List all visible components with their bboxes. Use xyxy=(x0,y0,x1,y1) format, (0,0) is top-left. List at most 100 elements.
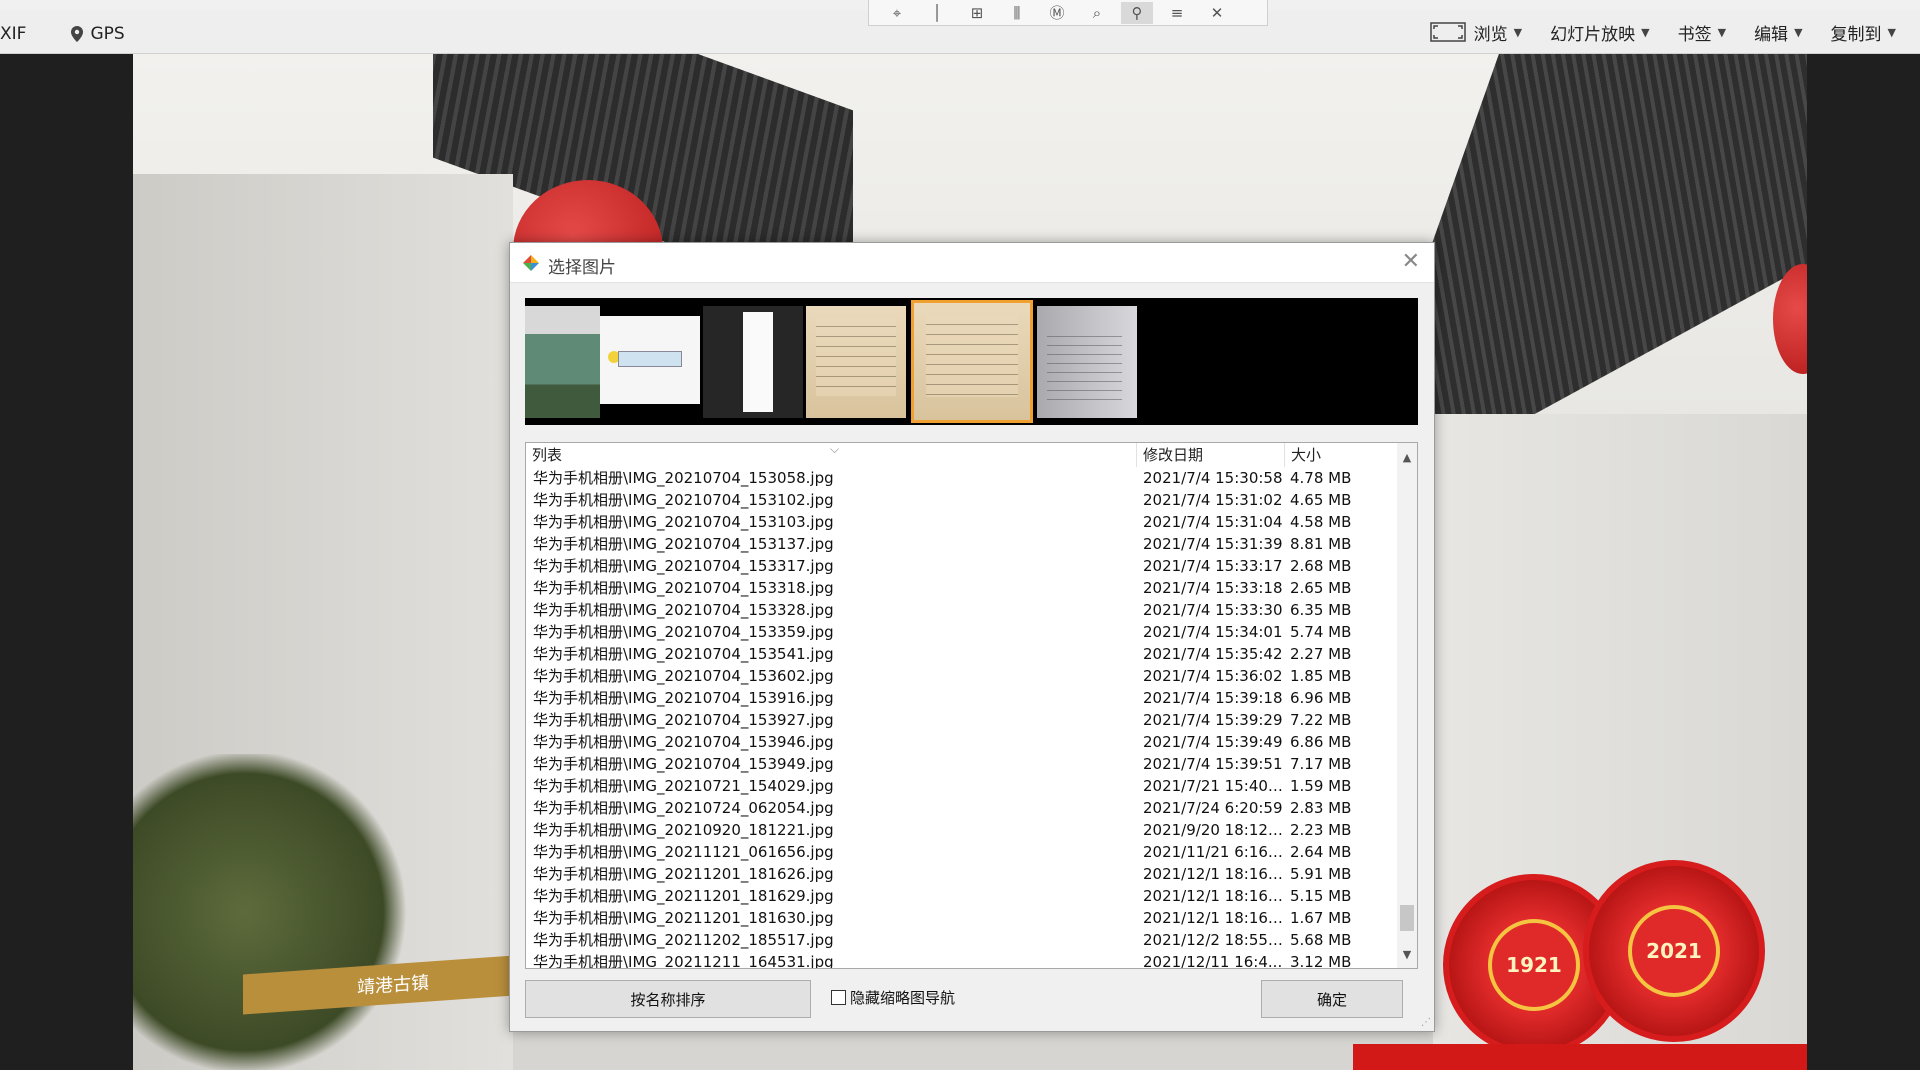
column-header-size-label: 大小 xyxy=(1291,446,1322,464)
close-icon[interactable]: ✕ xyxy=(1201,2,1233,24)
file-name-cell: 华为手机相册\IMG_20210704_153949.jpg xyxy=(533,755,834,773)
select-image-dialog: 选择图片 ✕ 列表 ⌵ 修改日期 大小 华为手机相册\IMG_20210704_… xyxy=(509,242,1435,1032)
table-row[interactable]: 华为手机相册\IMG_20210704_153317.jpg 2021/7/4 1… xyxy=(526,555,1384,577)
list-rows: 华为手机相册\IMG_20210704_153058.jpg 2021/7/4 1… xyxy=(526,467,1384,969)
table-row[interactable]: 华为手机相册\IMG_20210724_062054.jpg 2021/7/24 … xyxy=(526,797,1384,819)
thumbnail-selected[interactable] xyxy=(911,300,1033,423)
resize-grip-icon[interactable]: ⋰ xyxy=(1421,1017,1431,1028)
table-row[interactable]: 华为手机相册\IMG_20210704_153102.jpg 2021/7/4 1… xyxy=(526,489,1384,511)
menu-bookmarks[interactable]: 书签 ▼ xyxy=(1664,20,1740,45)
menu-slideshow[interactable]: 幻灯片放映 ▼ xyxy=(1536,20,1663,45)
table-row[interactable]: 华为手机相册\IMG_20210704_153602.jpg 2021/7/4 1… xyxy=(526,665,1384,687)
table-row[interactable]: 华为手机相册\IMG_20211121_061656.jpg 2021/11/21… xyxy=(526,841,1384,863)
table-row[interactable]: 华为手机相册\IMG_20210704_153946.jpg 2021/7/4 1… xyxy=(526,731,1384,753)
file-size-cell: 7.17 MB xyxy=(1290,755,1352,773)
wheel-year: 1921 xyxy=(1488,919,1580,1011)
file-name-cell: 华为手机相册\IMG_20210704_153103.jpg xyxy=(533,513,834,531)
modified-date-cell: 2021/7/4 15:31:02 xyxy=(1143,491,1283,509)
table-row[interactable]: 华为手机相册\IMG_20210704_153318.jpg 2021/7/4 1… xyxy=(526,577,1384,599)
table-row[interactable]: 华为手机相册\IMG_20210704_153916.jpg 2021/7/4 1… xyxy=(526,687,1384,709)
dialog-title-bar[interactable]: 选择图片 ✕ xyxy=(510,243,1434,283)
scroll-up-icon[interactable]: ▲ xyxy=(1397,447,1417,467)
zoom-icon[interactable]: ⌕ xyxy=(1081,2,1113,24)
modified-date-cell: 2021/7/4 15:39:29 xyxy=(1143,711,1283,729)
thumbnail[interactable] xyxy=(525,306,600,418)
menu-icon[interactable]: ≡ xyxy=(1161,2,1193,24)
table-row[interactable]: 华为手机相册\IMG_20210704_153359.jpg 2021/7/4 1… xyxy=(526,621,1384,643)
modified-date-cell: 2021/11/21 6:16:... xyxy=(1143,843,1285,861)
menu-edit[interactable]: 编辑 ▼ xyxy=(1740,20,1816,45)
table-row[interactable]: 华为手机相册\IMG_20211201_181626.jpg 2021/12/1 … xyxy=(526,863,1384,885)
menu-browse[interactable]: 浏览 ▼ xyxy=(1416,20,1536,45)
column-header-size[interactable]: 大小 xyxy=(1285,443,1384,467)
thumbnail-strip[interactable] xyxy=(525,298,1418,425)
file-name-cell: 华为手机相册\IMG_20211201_181626.jpg xyxy=(533,865,834,883)
file-size-cell: 8.81 MB xyxy=(1290,535,1352,553)
file-size-cell: 2.65 MB xyxy=(1290,579,1352,597)
file-size-cell: 2.23 MB xyxy=(1290,821,1352,839)
modified-date-cell: 2021/7/4 15:35:42 xyxy=(1143,645,1283,663)
menu-copy-to[interactable]: 复制到 ▼ xyxy=(1817,20,1920,45)
file-name-cell: 华为手机相册\IMG_20210724_062054.jpg xyxy=(533,799,834,817)
red-wheel-2021: 2021 xyxy=(1583,860,1765,1042)
hide-thumbnail-checkbox[interactable] xyxy=(831,990,846,1005)
modified-date-cell: 2021/7/4 15:33:17 xyxy=(1143,557,1283,575)
floating-toolbar: ⌖ │ ⊞ ⫼ Ⓜ ⌕ ⚲ ≡ ✕ xyxy=(868,0,1268,26)
file-name-cell: 华为手机相册\IMG_20210704_153328.jpg xyxy=(533,601,834,619)
file-name-cell: 华为手机相册\IMG_20210704_153359.jpg xyxy=(533,623,834,641)
table-row[interactable]: 华为手机相册\IMG_20211202_185517.jpg 2021/12/2 … xyxy=(526,929,1384,951)
column-header-date-label: 修改日期 xyxy=(1143,446,1204,464)
table-row[interactable]: 华为手机相册\IMG_20210704_153137.jpg 2021/7/4 1… xyxy=(526,533,1384,555)
menu-gps[interactable]: GPS xyxy=(56,22,138,46)
column-header-date[interactable]: 修改日期 xyxy=(1137,443,1285,467)
menu-bar-left: XIF GPS xyxy=(0,22,139,46)
file-size-cell: 5.15 MB xyxy=(1290,887,1352,905)
file-name-cell: 华为手机相册\IMG_20211211_164531.jpg xyxy=(533,953,834,969)
menu-bar-right: 浏览 ▼ 幻灯片放映 ▼ 书签 ▼ 编辑 ▼ 复制到 ▼ xyxy=(1416,20,1920,45)
table-row[interactable]: 华为手机相册\IMG_20210704_153927.jpg 2021/7/4 1… xyxy=(526,709,1384,731)
menu-exif[interactable]: XIF xyxy=(0,22,40,46)
app-logo-icon xyxy=(523,255,539,271)
menu-browse-label: 浏览 xyxy=(1473,24,1508,45)
table-row[interactable]: 华为手机相册\IMG_20211201_181630.jpg 2021/12/1 … xyxy=(526,907,1384,929)
line-icon[interactable]: │ xyxy=(921,2,953,24)
chevron-down-icon: ▼ xyxy=(1794,25,1803,39)
chevron-down-icon: ▼ xyxy=(1887,25,1896,39)
chevron-down-icon: ▼ xyxy=(1641,25,1650,39)
file-name-cell: 华为手机相册\IMG_20211201_181630.jpg xyxy=(533,909,834,927)
table-row[interactable]: 华为手机相册\IMG_20210704_153058.jpg 2021/7/4 1… xyxy=(526,467,1384,489)
modified-date-cell: 2021/7/4 15:39:18 xyxy=(1143,689,1283,707)
table-row[interactable]: 华为手机相册\IMG_20210704_153949.jpg 2021/7/4 1… xyxy=(526,753,1384,775)
table-row[interactable]: 华为手机相册\IMG_20210704_153103.jpg 2021/7/4 1… xyxy=(526,511,1384,533)
grid-icon[interactable]: ⊞ xyxy=(961,2,993,24)
file-list[interactable]: 列表 ⌵ 修改日期 大小 华为手机相册\IMG_20210704_153058.… xyxy=(525,442,1418,969)
close-icon[interactable]: ✕ xyxy=(1402,249,1420,274)
table-row[interactable]: 华为手机相册\IMG_20211201_181629.jpg 2021/12/1 … xyxy=(526,885,1384,907)
file-size-cell: 4.78 MB xyxy=(1290,469,1352,487)
list-scrollbar[interactable]: ▲ ▼ xyxy=(1397,443,1417,968)
sort-by-name-button[interactable]: 按名称排序 xyxy=(525,980,811,1018)
file-name-cell: 华为手机相册\IMG_20210704_153102.jpg xyxy=(533,491,834,509)
modified-date-cell: 2021/7/4 15:31:04 xyxy=(1143,513,1283,531)
table-row[interactable]: 华为手机相册\IMG_20210704_153541.jpg 2021/7/4 1… xyxy=(526,643,1384,665)
scroll-down-icon[interactable]: ▼ xyxy=(1397,944,1417,964)
bars-icon[interactable]: ⫼ xyxy=(1001,2,1033,24)
scrollbar-thumb[interactable] xyxy=(1400,905,1414,931)
thumbnail[interactable] xyxy=(1037,306,1137,418)
list-header: 列表 ⌵ 修改日期 大小 xyxy=(526,443,1417,467)
file-name-cell: 华为手机相册\IMG_20210704_153946.jpg xyxy=(533,733,834,751)
table-row[interactable]: 华为手机相册\IMG_20211211_164531.jpg 2021/12/11… xyxy=(526,951,1384,969)
table-row[interactable]: 华为手机相册\IMG_20210920_181221.jpg 2021/9/20 … xyxy=(526,819,1384,841)
menu-slideshow-label: 幻灯片放映 xyxy=(1550,24,1636,45)
bike-icon[interactable]: ⚲ xyxy=(1121,1,1153,24)
table-row[interactable]: 华为手机相册\IMG_20210704_153328.jpg 2021/7/4 1… xyxy=(526,599,1384,621)
hide-thumbnail-nav-toggle[interactable]: 隐藏缩略图导航 xyxy=(831,987,955,1008)
thumbnail[interactable] xyxy=(600,316,700,404)
thumbnail[interactable] xyxy=(806,306,906,418)
thumbnail[interactable] xyxy=(703,306,803,418)
ok-button[interactable]: 确定 xyxy=(1261,980,1403,1018)
table-row[interactable]: 华为手机相册\IMG_20210721_154029.jpg 2021/7/21 … xyxy=(526,775,1384,797)
m-icon[interactable]: Ⓜ xyxy=(1041,2,1073,24)
column-header-name[interactable]: 列表 ⌵ xyxy=(526,443,1137,467)
crosshair-icon[interactable]: ⌖ xyxy=(881,2,913,24)
